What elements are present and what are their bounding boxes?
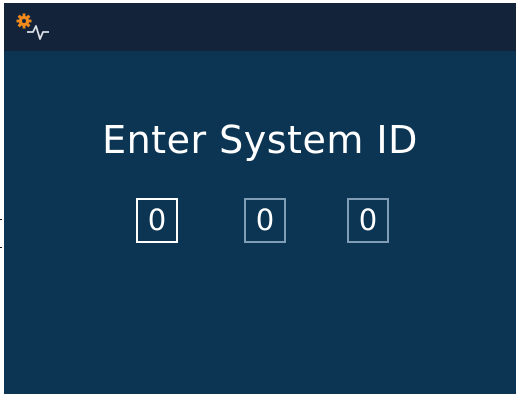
system-id-digit-3[interactable]: 0 bbox=[347, 198, 389, 243]
edge-mark bbox=[0, 219, 2, 220]
gear-pulse-icon bbox=[16, 13, 49, 40]
status-bar bbox=[4, 3, 516, 51]
system-id-digit-1[interactable]: 0 bbox=[136, 198, 178, 243]
system-id-digit-2[interactable]: 0 bbox=[244, 198, 286, 243]
device-screen: Enter System ID 0 0 0 bbox=[4, 3, 516, 394]
page-title: Enter System ID bbox=[102, 118, 418, 162]
edge-mark bbox=[0, 247, 2, 248]
